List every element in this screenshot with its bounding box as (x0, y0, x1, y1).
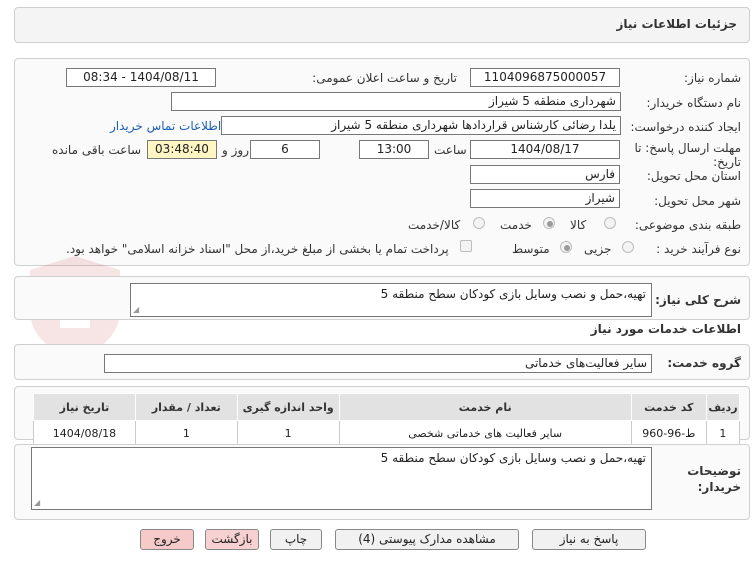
deadline-label-date: تاریخ: (713, 155, 741, 169)
col-service-name: نام خدمت (338, 393, 632, 421)
deadline-time-field: 13:00 (359, 140, 429, 159)
cell-unit: 1 (236, 420, 340, 446)
need-details-section (14, 58, 750, 266)
col-unit: واحد اندازه گیری (236, 393, 340, 421)
print-button[interactable]: چاپ (270, 529, 322, 550)
cell-service-name: سایر فعالیت های خدماتی شخصی (338, 420, 632, 446)
col-row-number: ردیف (705, 393, 741, 421)
creator-field: یلدا رضائی کارشناس قراردادها شهرداری منط… (221, 116, 621, 135)
buyer-org-label: نام دستگاه خریدار: (646, 96, 742, 110)
cell-quantity: 1 (134, 420, 238, 446)
page-title: جزئیات اطلاعات نیاز (616, 17, 737, 31)
summary-text: تهیه،حمل و نصب وسایل بازی کودکان سطح منط… (380, 287, 646, 301)
remaining-time-label: ساعت باقی مانده (52, 143, 142, 157)
col-service-code: کد خدمت (630, 393, 707, 421)
category-service-radio[interactable] (543, 217, 555, 229)
back-button[interactable]: بازگشت (205, 529, 259, 550)
buyer-org-field: شهرداری منطقه 5 شیراز (171, 92, 621, 111)
category-goods-label: کالا (570, 218, 587, 232)
category-goods-service-label: کالا/خدمت (408, 218, 461, 232)
announce-date-field: 1404/08/11 - 08:34 (66, 68, 216, 87)
exit-button[interactable]: خروج (140, 529, 194, 550)
city-field: شیراز (470, 189, 620, 208)
cell-row-number: 1 (705, 420, 741, 446)
buyer-notes-text: تهیه،حمل و نصب وسایل بازی کودکان سطح منط… (380, 451, 646, 465)
table-header-row: ردیف کد خدمت نام خدمت واحد اندازه گیری ت… (33, 393, 741, 421)
table-row: 1 ط-96-960 سایر فعالیت های خدماتی شخصی 1… (33, 420, 741, 446)
view-attachments-button[interactable]: مشاهده مدارک پیوستی (4) (335, 529, 519, 550)
col-quantity: تعداد / مقدار (134, 393, 238, 421)
category-goods-service-radio[interactable] (473, 217, 485, 229)
days-remaining-field: 6 (250, 140, 320, 159)
city-label: شهر محل تحویل: (654, 194, 741, 208)
category-label: طبقه بندی موضوعی: (634, 218, 741, 232)
resize-grip-icon[interactable]: ◢ (34, 498, 40, 507)
buyer-notes-label-2: خریدار: (697, 480, 741, 494)
announce-date-label: تاریخ و ساعت اعلان عمومی: (312, 71, 457, 85)
days-label: روز و (222, 143, 249, 157)
buyer-notes-textarea[interactable]: تهیه،حمل و نصب وسایل بازی کودکان سطح منط… (31, 447, 652, 510)
deadline-label: مهلت ارسال پاسخ: تا (634, 141, 741, 155)
category-service-label: خدمت (500, 218, 532, 232)
services-table: ردیف کد خدمت نام خدمت واحد اندازه گیری ت… (33, 393, 741, 446)
services-section-title: اطلاعات خدمات مورد نیاز (590, 322, 741, 336)
page-header: جزئیات اطلاعات نیاز (14, 7, 750, 43)
deadline-date-field: 1404/08/17 (470, 140, 620, 159)
buyer-contact-link[interactable]: اطلاعات تماس خریدار (110, 119, 221, 133)
creator-label: ایجاد کننده درخواست: (630, 120, 741, 134)
need-number-label: شماره نیاز: (684, 71, 741, 85)
summary-textarea[interactable]: تهیه،حمل و نصب وسایل بازی کودکان سطح منط… (130, 283, 652, 317)
reply-button[interactable]: پاسخ به نیاز (532, 529, 646, 550)
resize-grip-icon[interactable]: ◢ (133, 305, 139, 314)
service-group-field: سایر فعالیت‌های خدماتی (104, 354, 652, 373)
service-group-label: گروه خدمت: (667, 356, 741, 370)
cell-need-date: 1404/08/18 (33, 420, 136, 446)
remaining-time-field: 03:48:40 (147, 140, 217, 159)
col-need-date: تاریخ نیاز (33, 393, 136, 421)
deadline-time-label: ساعت (434, 143, 467, 157)
province-field: فارس (470, 165, 620, 184)
need-number-field: 1104096875000057 (470, 68, 620, 87)
category-goods-radio[interactable] (604, 217, 616, 229)
cell-service-code: ط-96-960 (630, 420, 707, 446)
buyer-notes-label: توضیحات (687, 464, 741, 478)
summary-label: شرح کلی نیاز: (655, 293, 741, 307)
province-label: استان محل تحویل: (646, 169, 741, 183)
